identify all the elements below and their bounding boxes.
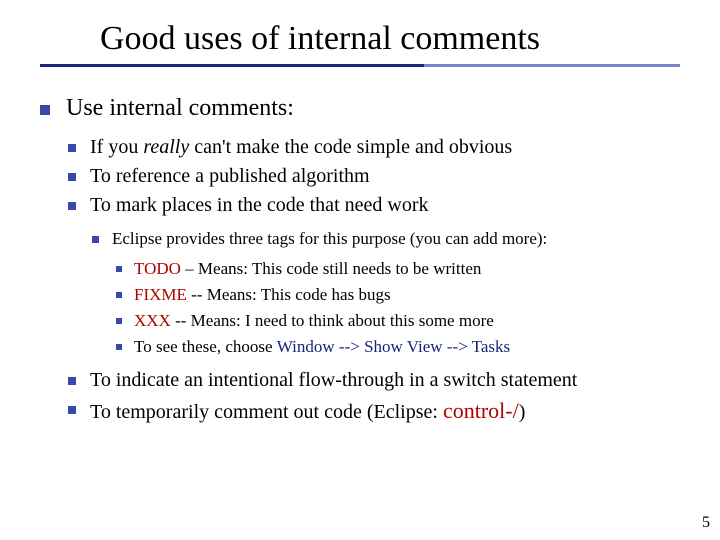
text: – Means: This code still needs to be wri… — [181, 259, 481, 278]
text: If you — [90, 136, 143, 158]
text: -- Means: I need to think about this som… — [171, 311, 494, 330]
body-list: Use internal comments: If you really can… — [40, 95, 680, 424]
menu-path: Window --> Show View --> Tasks — [277, 337, 510, 356]
emph-really: really — [143, 136, 189, 158]
slide: Good uses of internal comments Use inter… — [0, 0, 720, 540]
text: To mark places in the code that need wor… — [90, 194, 428, 216]
kb-shortcut: control-/ — [443, 398, 519, 423]
text: -- Means: This code has bugs — [187, 285, 391, 304]
bullet-xxx: XXX -- Means: I need to think about this… — [112, 311, 680, 331]
bullet-switch-fallthrough: To indicate an intentional flow-through … — [66, 369, 680, 392]
text: ) — [519, 401, 526, 423]
text: Eclipse provides three tags for this pur… — [112, 229, 547, 248]
bullet-todo: TODO – Means: This code still needs to b… — [112, 259, 680, 279]
bullet-text: Use internal comments: — [66, 95, 294, 121]
bullet-use-internal: Use internal comments: If you really can… — [40, 95, 680, 424]
bullet-to-see: To see these, choose Window --> Show Vie… — [112, 337, 680, 357]
bullet-fixme: FIXME -- Means: This code has bugs — [112, 285, 680, 305]
sublist: If you really can't make the code simple… — [66, 136, 680, 424]
bullet-reference-algo: To reference a published algorithm — [66, 165, 680, 188]
bullet-comment-out: To temporarily comment out code (Eclipse… — [66, 398, 680, 424]
tag-fixme: FIXME — [134, 285, 187, 304]
text: To see these, choose — [134, 337, 277, 356]
sublist: TODO – Means: This code still needs to b… — [112, 259, 680, 357]
bullet-mark-places: To mark places in the code that need wor… — [66, 194, 680, 357]
text: To temporarily comment out code (Eclipse… — [90, 401, 443, 423]
tag-xxx: XXX — [134, 311, 171, 330]
page-number: 5 — [702, 514, 710, 532]
text: can't make the code simple and obvious — [189, 136, 512, 158]
tag-todo: TODO — [134, 259, 181, 278]
slide-title: Good uses of internal comments — [40, 20, 680, 58]
bullet-really: If you really can't make the code simple… — [66, 136, 680, 159]
bullet-eclipse-tags: Eclipse provides three tags for this pur… — [90, 229, 680, 357]
title-underline — [40, 64, 680, 67]
sublist: Eclipse provides three tags for this pur… — [90, 229, 680, 357]
